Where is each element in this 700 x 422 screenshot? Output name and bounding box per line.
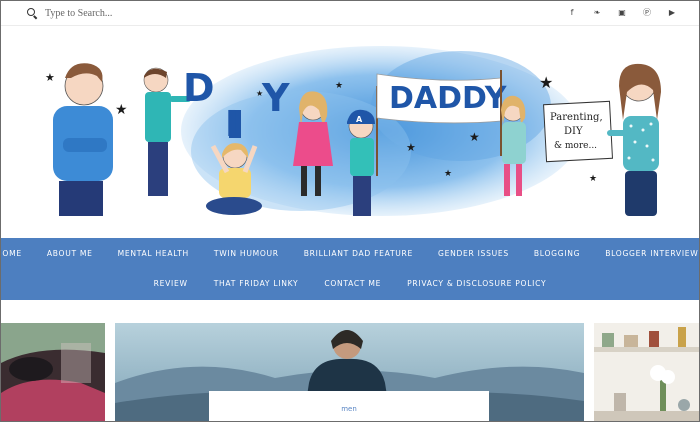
nav-row-primary: HOME ABOUT ME MENTAL HEALTH TWIN HUMOUR … [1, 249, 699, 259]
facebook-icon[interactable]: f [567, 7, 577, 19]
sign-line-3: & more... [554, 141, 597, 151]
svg-text:★: ★ [335, 81, 343, 91]
twitter-icon[interactable]: ❧ [592, 7, 602, 19]
main-navigation: HOME ABOUT ME MENTAL HEALTH TWIN HUMOUR … [1, 238, 699, 300]
header-illustration: ★ ★ ★ ★ ★ ★ ★ ★ ★ ★ [45, 46, 661, 216]
post-category[interactable]: men [209, 405, 489, 413]
page-frame: f ❧ ▣ Ⓟ ▶ ★ ★ ★ [0, 0, 700, 422]
nav-item-review[interactable]: REVIEW [154, 279, 188, 289]
search-bar[interactable] [27, 6, 205, 20]
search-icon[interactable] [27, 8, 37, 18]
nav-item-that-friday-linky[interactable]: THAT FRIDAY LINKY [214, 279, 299, 289]
logo-daddy: DADDY [389, 81, 508, 116]
sign-line-1: Parenting, [550, 112, 603, 123]
nav-item-blogger-interviews[interactable]: BLOGGER INTERVIEWS [605, 249, 699, 259]
car-image [1, 323, 105, 421]
pinterest-icon[interactable]: Ⓟ [642, 7, 652, 19]
svg-text:★: ★ [469, 130, 480, 144]
site-header[interactable]: ★ ★ ★ ★ ★ ★ ★ ★ ★ ★ [1, 26, 699, 238]
logo-letter-d: D [183, 66, 215, 110]
mum-figure [607, 63, 661, 216]
svg-text:A: A [356, 115, 363, 124]
nav-item-mental-health[interactable]: MENTAL HEALTH [118, 249, 189, 259]
nav-item-about-me[interactable]: ABOUT ME [47, 249, 93, 259]
top-bar: f ❧ ▣ Ⓟ ▶ [1, 1, 699, 26]
svg-text:★: ★ [539, 73, 553, 92]
svg-text:★: ★ [45, 71, 55, 84]
dad-figure-left [53, 63, 113, 216]
svg-text:★: ★ [589, 174, 597, 184]
svg-text:★: ★ [444, 169, 452, 179]
nav-item-brilliant-dad-feature[interactable]: BRILLIANT DAD FEATURE [304, 249, 413, 259]
post-caption-card[interactable]: men [209, 391, 489, 421]
sign-line-2: DIY [564, 126, 583, 137]
search-input[interactable] [45, 7, 205, 19]
nav-item-blogging[interactable]: BLOGGING [534, 249, 580, 259]
nav-item-contact-me[interactable]: CONTACT ME [324, 279, 381, 289]
post-thumbnail-car[interactable] [1, 323, 105, 421]
logo-letter-y: Y [261, 76, 290, 120]
nav-item-privacy-disclosure[interactable]: PRIVACY & DISCLOSURE POLICY [407, 279, 546, 289]
nav-item-gender-issues[interactable]: GENDER ISSUES [438, 249, 509, 259]
nav-item-twin-humour[interactable]: TWIN HUMOUR [214, 249, 279, 259]
svg-text:★: ★ [406, 141, 416, 154]
logo-letter-i: I [225, 104, 238, 145]
nav-item-home[interactable]: HOME [1, 249, 22, 259]
interior-image [594, 323, 699, 421]
social-links: f ❧ ▣ Ⓟ ▶ [567, 7, 677, 19]
post-thumbnail-interior[interactable] [594, 323, 699, 421]
youtube-icon[interactable]: ▶ [667, 7, 677, 19]
svg-text:★: ★ [115, 102, 128, 118]
nav-row-secondary: REVIEW THAT FRIDAY LINKY CONTACT ME PRIV… [1, 279, 699, 289]
instagram-icon[interactable]: ▣ [617, 7, 627, 19]
parenting-sign: Parenting, DIY & more... [543, 100, 613, 163]
